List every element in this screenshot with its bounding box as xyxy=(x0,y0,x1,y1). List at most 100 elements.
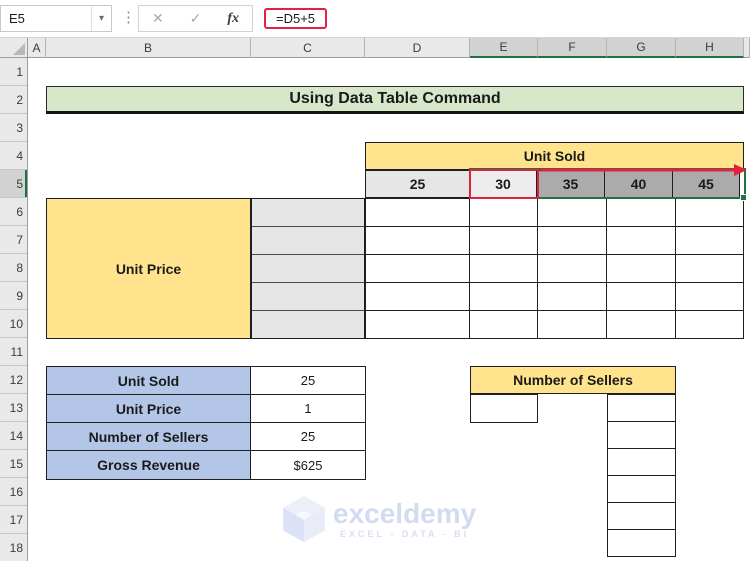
cell-g17[interactable] xyxy=(607,502,676,530)
exceldemy-logo-icon xyxy=(283,496,325,542)
column-header-e[interactable]: E xyxy=(470,38,538,58)
row-header-8[interactable]: 8 xyxy=(0,254,27,282)
cell-f6[interactable] xyxy=(538,199,607,227)
cell-g13[interactable] xyxy=(607,394,676,422)
formula-text: =D5+5 xyxy=(276,11,316,26)
cell-g8[interactable] xyxy=(607,255,676,283)
cell-e7[interactable] xyxy=(470,227,538,255)
cell-c10[interactable] xyxy=(252,311,364,338)
row-header-12[interactable]: 12 xyxy=(0,366,27,394)
formula-bar: E5 ▾ ⋮ ✕ ✓ fx =D5+5 xyxy=(0,0,750,38)
cell-f5[interactable]: 35 xyxy=(536,170,605,198)
cell-e9[interactable] xyxy=(470,283,538,311)
cell-g15[interactable] xyxy=(607,448,676,476)
cell-g9[interactable] xyxy=(607,283,676,311)
cell-h7[interactable] xyxy=(676,227,744,255)
cell-f8[interactable] xyxy=(538,255,607,283)
cell-f7[interactable] xyxy=(538,227,607,255)
data-table-result-grid xyxy=(365,198,745,339)
summary-value-number-of-sellers[interactable]: 25 xyxy=(251,423,365,451)
cell-e8[interactable] xyxy=(470,255,538,283)
cell-h5[interactable]: 45 xyxy=(672,170,740,198)
row-header-7[interactable]: 7 xyxy=(0,226,27,254)
row-header-2[interactable]: 2 xyxy=(0,86,27,114)
cell-g16[interactable] xyxy=(607,475,676,503)
column-header-g[interactable]: G xyxy=(607,38,676,58)
cell-f10[interactable] xyxy=(538,311,607,339)
summary-value-unit-price[interactable]: 1 xyxy=(251,395,365,423)
summary-label-gross-revenue[interactable]: Gross Revenue xyxy=(47,451,251,479)
cell-c6[interactable] xyxy=(252,199,364,227)
row-header-15[interactable]: 15 xyxy=(0,450,27,478)
row-header-5[interactable]: 5 xyxy=(0,170,27,198)
row-header-3[interactable]: 3 xyxy=(0,114,27,142)
row-header-17[interactable]: 17 xyxy=(0,506,27,534)
unit-sold-header-cell[interactable]: Unit Sold xyxy=(365,142,744,170)
sheet-canvas: exceldemy EXCEL - DATA - BI Using Data T… xyxy=(28,58,750,561)
row-header-9[interactable]: 9 xyxy=(0,282,27,310)
column-header-c[interactable]: C xyxy=(251,38,365,58)
cell-f9[interactable] xyxy=(538,283,607,311)
sheet-title-cell[interactable]: Using Data Table Command xyxy=(46,86,744,114)
cell-c7[interactable] xyxy=(252,227,364,255)
cell-e10[interactable] xyxy=(470,311,538,339)
cell-h10[interactable] xyxy=(676,311,744,339)
select-all-button[interactable] xyxy=(0,38,28,58)
cell-g6[interactable] xyxy=(607,199,676,227)
row-header-16[interactable]: 16 xyxy=(0,478,27,506)
unit-price-header-cell[interactable]: Unit Price xyxy=(46,198,251,339)
cell-c8[interactable] xyxy=(252,255,364,283)
cell-g14[interactable] xyxy=(607,421,676,449)
name-box-dropdown-icon[interactable]: ▾ xyxy=(90,6,111,31)
row-header-4[interactable]: 4 xyxy=(0,142,27,170)
name-box[interactable]: E5 ▾ xyxy=(0,5,112,32)
row-header-18[interactable]: 18 xyxy=(0,534,27,561)
formula-buttons: ✕ ✓ fx xyxy=(138,5,253,32)
row-header-1[interactable]: 1 xyxy=(0,58,27,86)
cell-d8[interactable] xyxy=(366,255,470,283)
column-header-h[interactable]: H xyxy=(676,38,744,58)
cell-g5[interactable]: 40 xyxy=(604,170,673,198)
cell-e6[interactable] xyxy=(470,199,538,227)
cell-c9[interactable] xyxy=(252,283,364,311)
sellers-input-column xyxy=(607,394,676,557)
cell-h9[interactable] xyxy=(676,283,744,311)
watermark: exceldemy EXCEL - DATA - BI xyxy=(283,496,513,542)
column-header-d[interactable]: D xyxy=(365,38,470,58)
excel-window: E5 ▾ ⋮ ✕ ✓ fx =D5+5 A B C D E F G H 1 2 … xyxy=(0,0,750,561)
cell-d5[interactable]: 25 xyxy=(365,170,470,198)
column-header-a[interactable]: A xyxy=(28,38,46,58)
cell-g7[interactable] xyxy=(607,227,676,255)
column-header-f[interactable]: F xyxy=(538,38,607,58)
cell-e13[interactable] xyxy=(470,394,538,423)
watermark-tagline: EXCEL - DATA - BI xyxy=(340,529,470,539)
row-header-10[interactable]: 10 xyxy=(0,310,27,338)
column-header-sliver xyxy=(744,38,750,58)
name-box-value: E5 xyxy=(9,11,25,26)
summary-value-gross-revenue[interactable]: $625 xyxy=(251,451,365,479)
cell-d9[interactable] xyxy=(366,283,470,311)
number-of-sellers-header-cell[interactable]: Number of Sellers xyxy=(470,366,676,394)
cell-d7[interactable] xyxy=(366,227,470,255)
insert-function-icon[interactable]: fx xyxy=(227,11,239,27)
summary-label-unit-sold[interactable]: Unit Sold xyxy=(47,367,251,395)
cell-h8[interactable] xyxy=(676,255,744,283)
cell-g10[interactable] xyxy=(607,311,676,339)
cell-d10[interactable] xyxy=(366,311,470,339)
selection-fill-handle[interactable] xyxy=(740,194,747,201)
summary-label-number-of-sellers[interactable]: Number of Sellers xyxy=(47,423,251,451)
enter-icon[interactable]: ✓ xyxy=(190,10,202,27)
summary-value-unit-sold[interactable]: 25 xyxy=(251,367,365,395)
column-header-b[interactable]: B xyxy=(46,38,251,58)
cell-g18[interactable] xyxy=(607,529,676,557)
row-header-6[interactable]: 6 xyxy=(0,198,27,226)
summary-label-unit-price[interactable]: Unit Price xyxy=(47,395,251,423)
row-header-14[interactable]: 14 xyxy=(0,422,27,450)
row-header-13[interactable]: 13 xyxy=(0,394,27,422)
cancel-icon[interactable]: ✕ xyxy=(152,10,164,27)
formula-input[interactable]: =D5+5 xyxy=(260,5,750,32)
cell-h6[interactable] xyxy=(676,199,744,227)
cell-e5-active[interactable]: 30 xyxy=(469,170,537,198)
cell-d6[interactable] xyxy=(366,199,470,227)
row-header-11[interactable]: 11 xyxy=(0,338,27,366)
